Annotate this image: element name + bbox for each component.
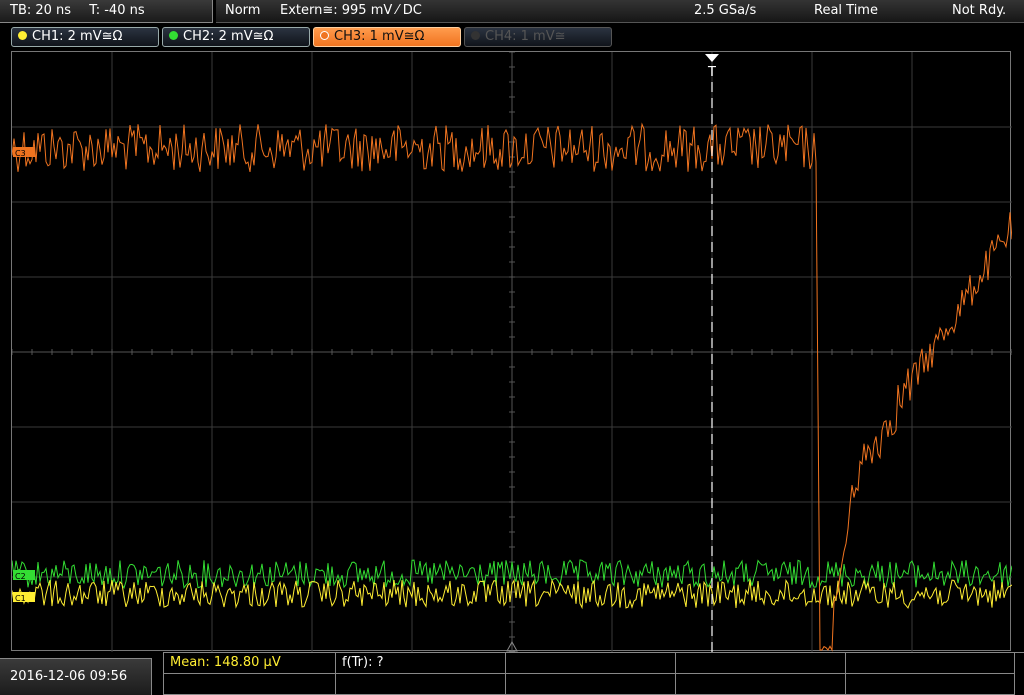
measurement-divider [845,653,846,695]
trigger-source[interactable]: Extern≅: 995 mV ⁄ DC [280,0,422,22]
datetime-box: 2016-12-06 09:56 [0,658,152,695]
channel-3-marker-label: C3 [15,149,26,158]
channel-4-button[interactable]: CH4: 1 mV≅ [464,27,612,47]
bottom-bar: 2016-12-06 09:56 Mean: 148.80 µV f(Tr): … [0,652,1024,695]
measurement-mean: Mean: 148.80 µV [170,655,281,670]
trigger-mode[interactable]: Norm [225,0,260,22]
channel-1-label: CH1: 2 mV≅Ω [32,29,123,44]
acquisition-strip: Norm Extern≅: 995 mV ⁄ DC 2.5 GSa/s Real… [216,0,1024,23]
channel-2-label: CH2: 2 mV≅Ω [183,29,274,44]
measurement-row-2 [164,674,1014,695]
channel-2-marker-label: C2 [15,572,26,581]
timebase-label: TB: 20 ns [10,3,72,18]
timebase-box[interactable]: TB: 20 ns T: -40 ns [0,0,213,23]
run-status: Not Rdy. [952,3,1007,18]
sample-rate: 2.5 GSa/s [694,3,757,18]
measurement-panel[interactable]: Mean: 148.80 µV f(Tr): ? [163,652,1024,695]
channel-3-dot-icon [320,31,329,40]
channel-1-marker-label: C1 [15,594,26,603]
waveform-plot: T C3 C2 C1 [12,52,1012,652]
measurement-row-1 [164,653,1014,674]
measurement-fall-time: f(Tr): ? [342,655,384,670]
trigger-position-label: T: -40 ns [89,3,145,18]
measurement-divider [1014,653,1015,695]
channel-1-button[interactable]: CH1: 2 mV≅Ω [11,27,159,47]
datetime-label: 2016-12-06 09:56 [10,669,128,684]
channel-4-dot-icon [471,31,480,40]
status-bar: TB: 20 ns T: -40 ns Norm Extern≅: 995 mV… [0,0,1024,24]
channel-2-dot-icon [169,31,178,40]
trigger-marker-label: T [707,65,716,80]
channel-bar: CH1: 2 mV≅Ω CH2: 2 mV≅Ω CH3: 1 mV≅Ω CH4:… [0,24,1024,50]
trigger-arrow-icon[interactable] [705,54,719,62]
measurement-divider [335,653,336,695]
acquisition-mode[interactable]: Real Time [814,0,878,22]
channel-2-button[interactable]: CH2: 2 mV≅Ω [162,27,310,47]
channel-3-label: CH3: 1 mV≅Ω [334,29,425,44]
waveform-display[interactable]: T C3 C2 C1 [11,51,1012,652]
measurement-divider [505,653,506,695]
measurement-divider [675,653,676,695]
channel-1-dot-icon [18,31,27,40]
channel-3-button[interactable]: CH3: 1 mV≅Ω [313,27,461,47]
channel-4-label: CH4: 1 mV≅ [485,29,566,44]
